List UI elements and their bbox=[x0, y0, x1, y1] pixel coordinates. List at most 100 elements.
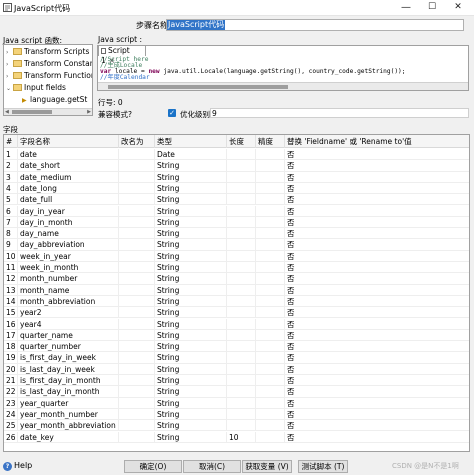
replace-value-cell[interactable]: 否 bbox=[285, 228, 469, 240]
field-length-cell[interactable] bbox=[227, 262, 256, 274]
replace-value-cell[interactable]: 否 bbox=[285, 172, 469, 183]
field-precision-cell[interactable] bbox=[256, 420, 285, 432]
replace-value-cell[interactable]: 否 bbox=[285, 217, 469, 229]
row-number-cell[interactable]: 2 bbox=[4, 160, 18, 172]
field-length-cell[interactable] bbox=[227, 228, 256, 240]
field-length-cell[interactable] bbox=[227, 216, 256, 229]
field-type-cell[interactable]: String bbox=[155, 408, 227, 421]
field-length-cell[interactable] bbox=[227, 149, 256, 161]
ok-button[interactable]: 确定(O) bbox=[124, 460, 182, 473]
field-type-cell[interactable]: String bbox=[155, 307, 227, 319]
replace-value-cell[interactable]: 否 bbox=[285, 364, 469, 375]
field-precision-cell[interactable] bbox=[256, 262, 285, 274]
field-length-cell[interactable] bbox=[227, 205, 256, 217]
replace-value-cell[interactable]: 否 bbox=[285, 149, 469, 161]
field-length-cell[interactable] bbox=[227, 318, 256, 330]
replace-value-cell[interactable]: 否 bbox=[285, 341, 469, 353]
replace-value-cell[interactable]: 否 bbox=[285, 273, 469, 285]
table-row[interactable]: 2 date_short String 否 bbox=[4, 160, 469, 172]
rename-to-cell[interactable] bbox=[119, 205, 155, 217]
table-row[interactable]: 16 year4 String 否 bbox=[4, 318, 469, 330]
row-number-cell[interactable]: 5 bbox=[4, 194, 18, 206]
field-type-cell[interactable]: String bbox=[155, 329, 227, 342]
field-name-cell[interactable]: date_full bbox=[18, 194, 119, 206]
field-length-cell[interactable] bbox=[227, 386, 256, 398]
rename-to-cell[interactable] bbox=[119, 386, 155, 398]
rename-to-cell[interactable] bbox=[119, 408, 155, 421]
field-precision-cell[interactable] bbox=[256, 307, 285, 319]
rename-to-cell[interactable] bbox=[119, 273, 155, 285]
field-precision-cell[interactable] bbox=[256, 205, 285, 217]
field-type-cell[interactable]: String bbox=[155, 341, 227, 353]
rename-to-cell[interactable] bbox=[119, 284, 155, 296]
field-name-cell[interactable]: month_abbreviation bbox=[18, 295, 119, 308]
row-number-cell[interactable]: 17 bbox=[4, 329, 18, 342]
field-name-cell[interactable]: year4 bbox=[18, 318, 119, 330]
field-name-cell[interactable]: month_number bbox=[18, 273, 119, 285]
replace-value-cell[interactable]: 否 bbox=[285, 398, 469, 409]
field-type-cell[interactable]: String bbox=[155, 205, 227, 217]
replace-value-cell[interactable]: 否 bbox=[285, 262, 469, 274]
row-number-cell[interactable]: 6 bbox=[4, 205, 18, 217]
row-number-cell[interactable]: 9 bbox=[4, 239, 18, 251]
rename-to-cell[interactable] bbox=[119, 307, 155, 319]
field-precision-cell[interactable] bbox=[256, 341, 285, 353]
field-name-cell[interactable]: is_last_day_in_month bbox=[18, 386, 119, 398]
field-length-cell[interactable] bbox=[227, 239, 256, 251]
row-number-cell[interactable]: 25 bbox=[4, 420, 18, 432]
compat-mode-checkbox[interactable]: ✓ bbox=[168, 109, 176, 117]
table-row[interactable]: 10 week_in_year String 否 bbox=[4, 250, 469, 262]
table-row[interactable]: 21 is_first_day_in_month String 否 bbox=[4, 375, 469, 387]
field-precision-cell[interactable] bbox=[256, 329, 285, 342]
table-row[interactable]: 26 date_key String 10 否 bbox=[4, 431, 469, 443]
field-length-cell[interactable] bbox=[227, 307, 256, 319]
replace-value-cell[interactable]: 否 bbox=[285, 183, 469, 195]
field-precision-cell[interactable] bbox=[256, 216, 285, 229]
tree-item-transform-scripts[interactable]: › Transform Scripts bbox=[6, 47, 89, 57]
table-row[interactable]: 13 month_name String 否 bbox=[4, 284, 469, 296]
row-number-cell[interactable]: 13 bbox=[4, 284, 18, 296]
field-length-cell[interactable] bbox=[227, 420, 256, 432]
table-row[interactable]: 11 week_in_month String 否 bbox=[4, 262, 469, 274]
field-name-cell[interactable]: day_in_month bbox=[18, 216, 119, 229]
field-name-cell[interactable]: day_abbreviation bbox=[18, 239, 119, 251]
scroll-left-icon[interactable]: ◀ bbox=[5, 109, 9, 115]
field-name-cell[interactable]: date_medium bbox=[18, 171, 119, 183]
row-number-cell[interactable]: 16 bbox=[4, 318, 18, 330]
column-header[interactable]: 字段名称 bbox=[18, 135, 119, 148]
field-type-cell[interactable]: String bbox=[155, 160, 227, 172]
script-editor[interactable]: Script 1 × //Script here//生成Locale var loc… bbox=[97, 45, 469, 91]
field-precision-cell[interactable] bbox=[256, 318, 285, 330]
tree-item-language[interactable]: ▶ language.getSt bbox=[22, 95, 87, 105]
rename-to-cell[interactable] bbox=[119, 375, 155, 387]
cancel-button[interactable]: 取消(C) bbox=[183, 460, 241, 473]
chevron-right-icon[interactable]: › bbox=[6, 72, 13, 82]
field-precision-cell[interactable] bbox=[256, 375, 285, 387]
row-number-cell[interactable]: 3 bbox=[4, 171, 18, 183]
rename-to-cell[interactable] bbox=[119, 239, 155, 251]
table-row[interactable]: 9 day_abbreviation String 否 bbox=[4, 239, 469, 251]
field-name-cell[interactable]: is_last_day_in_week bbox=[18, 363, 119, 375]
tab-script-1[interactable]: Script 1 × bbox=[98, 45, 146, 65]
rename-to-cell[interactable] bbox=[119, 363, 155, 375]
field-name-cell[interactable]: date bbox=[18, 149, 119, 161]
get-variables-button[interactable]: 获取变量 (V) bbox=[242, 460, 292, 473]
row-number-cell[interactable]: 11 bbox=[4, 262, 18, 274]
field-precision-cell[interactable] bbox=[256, 239, 285, 251]
field-precision-cell[interactable] bbox=[256, 295, 285, 308]
field-type-cell[interactable]: String bbox=[155, 273, 227, 285]
table-row[interactable]: 5 date_full String 否 bbox=[4, 194, 469, 206]
field-precision-cell[interactable] bbox=[256, 194, 285, 206]
field-length-cell[interactable] bbox=[227, 194, 256, 206]
field-type-cell[interactable]: String bbox=[155, 352, 227, 364]
field-length-cell[interactable] bbox=[227, 171, 256, 183]
rename-to-cell[interactable] bbox=[119, 295, 155, 308]
table-row[interactable]: 12 month_number String 否 bbox=[4, 273, 469, 285]
field-name-cell[interactable]: year_quarter bbox=[18, 397, 119, 409]
field-length-cell[interactable]: 10 bbox=[227, 431, 256, 443]
rename-to-cell[interactable] bbox=[119, 431, 155, 443]
help-link[interactable]: ? Help bbox=[3, 460, 32, 472]
field-name-cell[interactable]: year_month_abbreviation bbox=[18, 420, 119, 432]
field-precision-cell[interactable] bbox=[256, 408, 285, 421]
replace-value-cell[interactable]: 否 bbox=[285, 352, 469, 364]
